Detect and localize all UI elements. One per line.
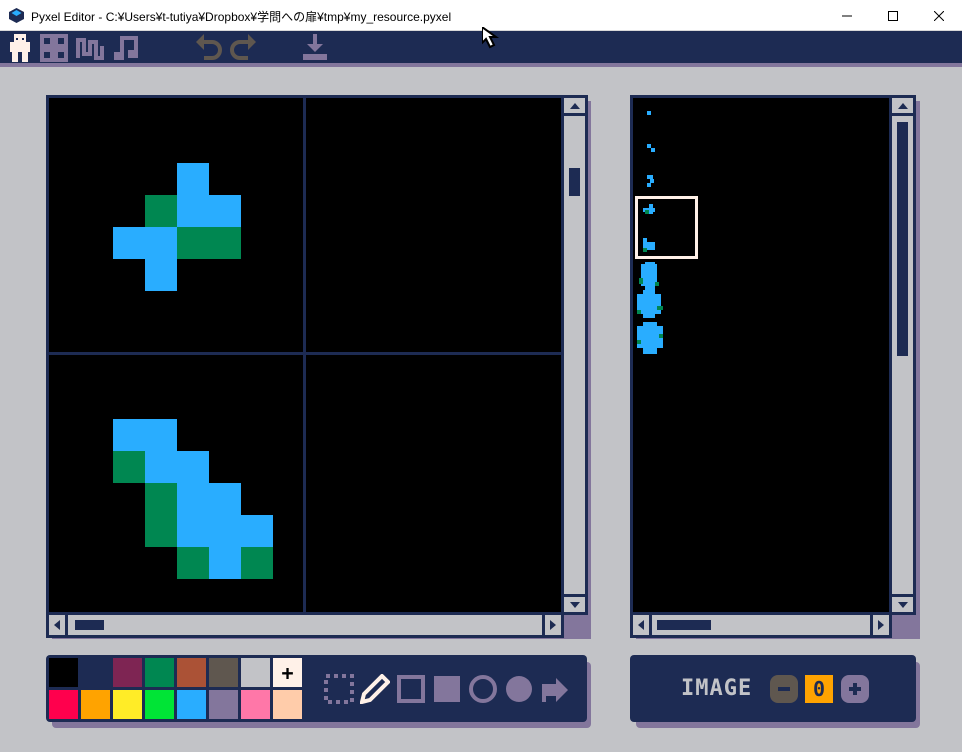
drawing-canvas[interactable] xyxy=(46,95,564,615)
palette-swatch[interactable] xyxy=(81,690,110,719)
scroll-down-button[interactable] xyxy=(564,594,585,612)
mouse-cursor-icon xyxy=(482,27,500,49)
scroll-right-button[interactable] xyxy=(542,615,561,635)
palette-swatch[interactable] xyxy=(209,690,238,719)
pencil-tool-icon[interactable] xyxy=(360,674,390,704)
palette-swatch[interactable] xyxy=(145,690,174,719)
scroll-thumb[interactable] xyxy=(75,620,104,630)
scroll-down-button[interactable] xyxy=(892,594,913,612)
arrow-down-icon xyxy=(897,601,908,608)
close-icon xyxy=(934,10,944,21)
save-icon[interactable] xyxy=(301,34,329,62)
palette-swatch[interactable] xyxy=(209,658,238,687)
arrow-left-icon xyxy=(638,620,644,630)
image-bank-number: 0 xyxy=(805,675,833,703)
canvas-horizontal-scrollbar[interactable] xyxy=(46,612,564,638)
arrow-down-icon xyxy=(569,601,580,608)
palette-swatch[interactable] xyxy=(113,658,142,687)
undo-icon[interactable] xyxy=(194,34,222,62)
bucket-fill-tool-icon[interactable] xyxy=(540,674,570,704)
image-bank-label: IMAGE xyxy=(681,676,753,701)
editor-toolbar xyxy=(0,31,962,67)
palette-swatch[interactable] xyxy=(145,658,174,687)
image-bank-preview[interactable] xyxy=(630,95,892,615)
plus-icon xyxy=(849,683,861,695)
preview-sprites xyxy=(635,111,698,354)
scroll-thumb[interactable] xyxy=(569,168,580,196)
scroll-left-button[interactable] xyxy=(49,615,68,635)
palette-swatch[interactable] xyxy=(273,690,302,719)
rectangle-outline-tool-icon[interactable] xyxy=(396,674,426,704)
music-editor-icon[interactable] xyxy=(112,34,140,62)
arrow-left-icon xyxy=(54,620,60,630)
sound-editor-icon[interactable] xyxy=(76,34,104,62)
rectangle-fill-tool-icon[interactable] xyxy=(432,674,462,704)
redo-icon[interactable] xyxy=(230,34,258,62)
scroll-up-button[interactable] xyxy=(564,98,585,116)
palette-swatch[interactable] xyxy=(81,658,110,687)
canvas-vertical-scrollbar[interactable] xyxy=(561,95,588,615)
window-titlebar: Pyxel Editor - C:¥Users¥t-tutiya¥Dropbox… xyxy=(0,0,962,31)
preview-vertical-scrollbar[interactable] xyxy=(889,95,916,615)
select-tool-icon[interactable] xyxy=(324,674,354,704)
arrow-right-icon xyxy=(878,620,884,630)
image-editor-icon[interactable] xyxy=(6,34,34,62)
palette-swatch[interactable]: + xyxy=(273,658,302,687)
maximize-icon xyxy=(888,10,898,21)
scroll-thumb[interactable] xyxy=(897,122,908,356)
selected-swatch-marker: + xyxy=(281,660,294,685)
tilemap-editor-icon[interactable] xyxy=(40,34,68,62)
palette-swatch[interactable] xyxy=(49,658,78,687)
image-decrement-button[interactable] xyxy=(770,675,798,703)
minimize-icon xyxy=(842,15,852,16)
minimize-button[interactable] xyxy=(824,0,870,31)
palette-swatch[interactable] xyxy=(49,690,78,719)
arrow-up-icon xyxy=(897,102,908,109)
sprite-pixels xyxy=(113,163,273,579)
maximize-button[interactable] xyxy=(870,0,916,31)
arrow-right-icon xyxy=(550,620,556,630)
scroll-thumb[interactable] xyxy=(657,620,711,630)
circle-fill-tool-icon[interactable] xyxy=(504,674,534,704)
pyxel-app-icon xyxy=(9,8,24,23)
palette-swatch[interactable] xyxy=(241,690,270,719)
minus-icon xyxy=(778,687,790,691)
scroll-left-button[interactable] xyxy=(633,615,652,635)
close-button[interactable] xyxy=(916,0,962,31)
palette-swatch[interactable] xyxy=(177,658,206,687)
window-title: Pyxel Editor - C:¥Users¥t-tutiya¥Dropbox… xyxy=(31,10,452,24)
palette-swatch[interactable] xyxy=(241,658,270,687)
preview-horizontal-scrollbar[interactable] xyxy=(630,612,892,638)
scroll-right-button[interactable] xyxy=(870,615,889,635)
palette-swatch[interactable] xyxy=(113,690,142,719)
arrow-up-icon xyxy=(569,102,580,109)
palette-swatch[interactable] xyxy=(177,690,206,719)
circle-outline-tool-icon[interactable] xyxy=(468,674,498,704)
scroll-up-button[interactable] xyxy=(892,98,913,116)
image-increment-button[interactable] xyxy=(841,675,869,703)
